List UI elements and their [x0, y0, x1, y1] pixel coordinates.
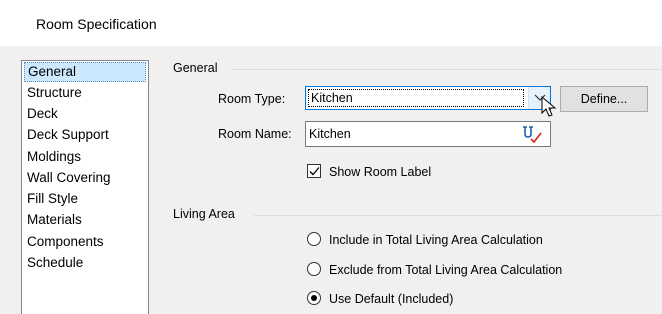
radio-use-default[interactable] — [307, 291, 321, 305]
room-type-label: Room Type: — [218, 92, 286, 106]
category-item-fill-style[interactable]: Fill Style — [24, 189, 146, 209]
category-item-wall-covering[interactable]: Wall Covering — [24, 168, 146, 188]
room-name-label: Room Name: — [218, 127, 292, 141]
show-room-label-text: Show Room Label — [329, 165, 432, 179]
title-bar: Room Specification — [0, 0, 662, 46]
category-item-deck[interactable]: Deck — [24, 104, 146, 124]
radio-selected-dot — [311, 295, 317, 301]
category-item-structure[interactable]: Structure — [24, 83, 146, 103]
radio-include-living-area[interactable] — [307, 232, 321, 246]
category-item-moldings[interactable]: Moldings — [24, 147, 146, 167]
dialog-title: Room Specification — [36, 16, 157, 32]
show-room-label-checkbox[interactable] — [307, 164, 321, 178]
mouse-pointer-icon — [541, 96, 557, 117]
category-list[interactable]: General Structure Deck Deck Support Mold… — [21, 60, 149, 314]
category-item-schedule[interactable]: Schedule — [24, 253, 146, 273]
general-group-divider — [231, 69, 662, 70]
exclude-living-area-label: Exclude from Total Living Area Calculati… — [329, 263, 563, 277]
room-name-value: Kitchen — [309, 127, 351, 141]
living-area-group-header: Living Area — [173, 207, 235, 221]
category-item-deck-support[interactable]: Deck Support — [24, 125, 146, 145]
use-default-label: Use Default (Included) — [329, 292, 454, 306]
room-name-field[interactable]: Kitchen — [305, 121, 551, 147]
spell-check-icon[interactable] — [522, 125, 542, 143]
room-specification-dialog: Room Specification General Structure Dec… — [0, 0, 662, 314]
category-item-materials[interactable]: Materials — [24, 210, 146, 230]
include-living-area-label: Include in Total Living Area Calculation — [329, 233, 543, 247]
room-type-combobox[interactable]: Kitchen — [305, 86, 551, 110]
room-type-value: Kitchen — [308, 89, 524, 107]
general-group-header: General — [173, 61, 218, 75]
radio-exclude-living-area[interactable] — [307, 262, 321, 276]
checkmark-icon — [309, 167, 320, 176]
define-button[interactable]: Define... — [560, 86, 648, 112]
category-item-components[interactable]: Components — [24, 232, 146, 252]
living-area-group-divider — [254, 215, 662, 216]
category-item-general[interactable]: General — [24, 62, 146, 82]
